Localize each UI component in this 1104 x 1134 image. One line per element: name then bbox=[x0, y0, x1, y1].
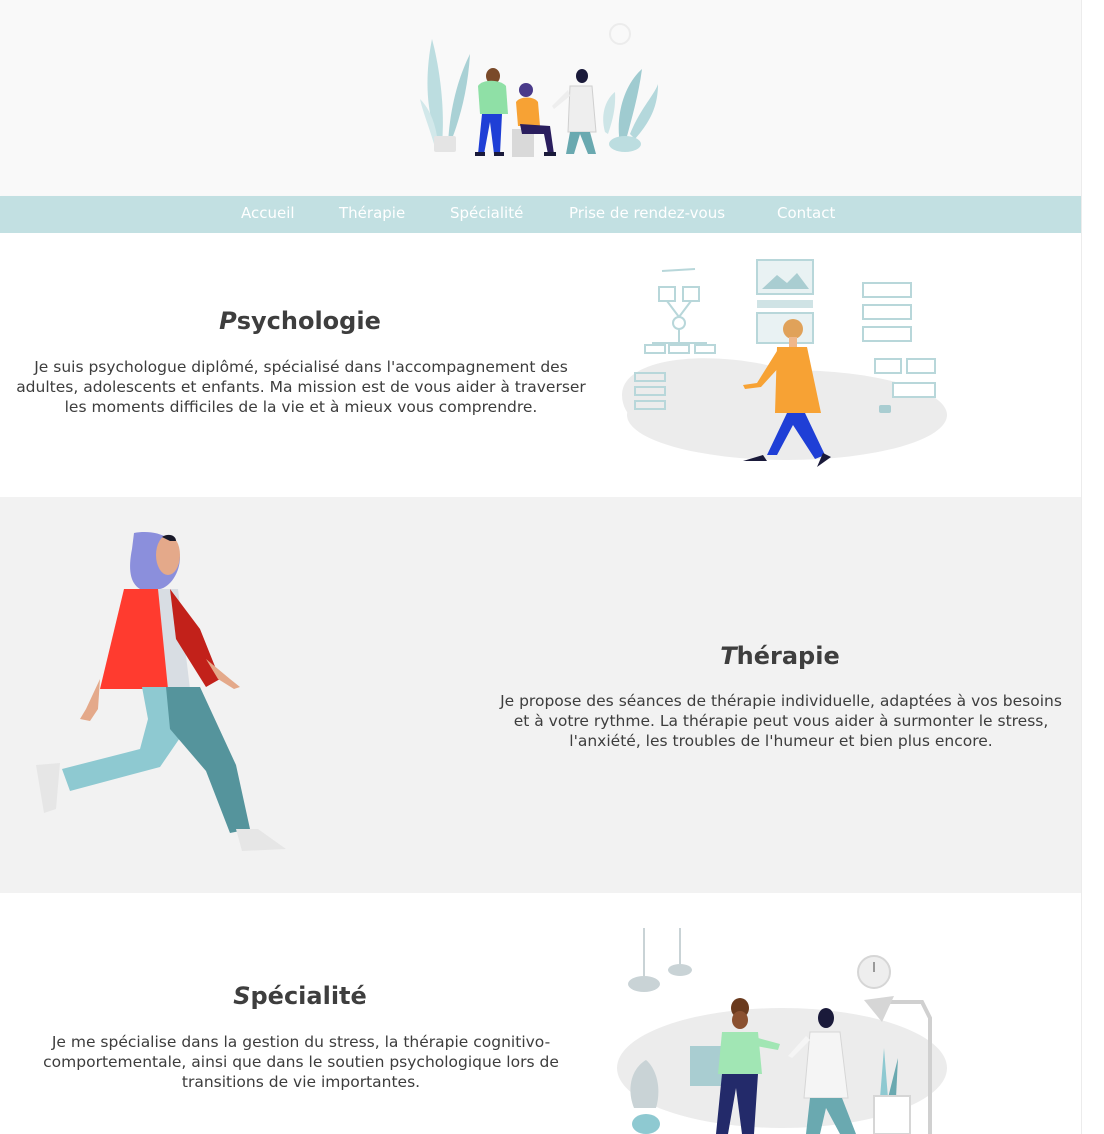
section-text: Je suis psychologue diplômé, spécialisé … bbox=[16, 358, 586, 416]
section-therapie: Thérapie Je propose des séances de théra… bbox=[0, 497, 1081, 893]
therapy-session-illustration bbox=[420, 23, 658, 157]
walking-woman-hijab-illustration bbox=[36, 532, 286, 851]
nav-item-contact[interactable]: Contact bbox=[777, 204, 835, 222]
title-rest: pécialité bbox=[250, 982, 367, 1010]
nav-item-specialite[interactable]: Spécialité bbox=[450, 204, 523, 222]
section-title: Spécialité bbox=[0, 982, 600, 1010]
doctor-patient-office-illustration bbox=[617, 928, 947, 1134]
section-title: Psychologie bbox=[0, 307, 600, 335]
section-text: Je me spécialise dans la gestion du stre… bbox=[43, 1033, 559, 1091]
nav-item-prise-de-rendez-vous[interactable]: Prise de rendez-vous bbox=[569, 204, 725, 222]
section-psychologie: Psychologie Je suis psychologue diplômé,… bbox=[0, 233, 1081, 497]
title-rest: sychologie bbox=[236, 307, 381, 335]
nav-item-accueil[interactable]: Accueil bbox=[241, 204, 295, 222]
nav-item-therapie[interactable]: Thérapie bbox=[339, 204, 405, 222]
title-rest: hérapie bbox=[736, 642, 840, 670]
section-specialite: Spécialité Je me spécialise dans la gest… bbox=[0, 893, 1081, 1134]
section-text: Je propose des séances de thérapie indiv… bbox=[500, 692, 1062, 750]
section-title: Thérapie bbox=[480, 642, 1080, 670]
page: Accueil Thérapie Spécialité Prise de ren… bbox=[0, 0, 1081, 1134]
title-initial: T bbox=[720, 642, 737, 670]
title-initial: S bbox=[233, 982, 251, 1010]
woman-walking-dashboard-illustration bbox=[622, 259, 947, 467]
site-header bbox=[0, 0, 1081, 196]
title-initial: P bbox=[219, 307, 237, 335]
main-navigation: Accueil Thérapie Spécialité Prise de ren… bbox=[0, 196, 1081, 233]
vertical-scrollbar[interactable] bbox=[1081, 0, 1104, 1134]
